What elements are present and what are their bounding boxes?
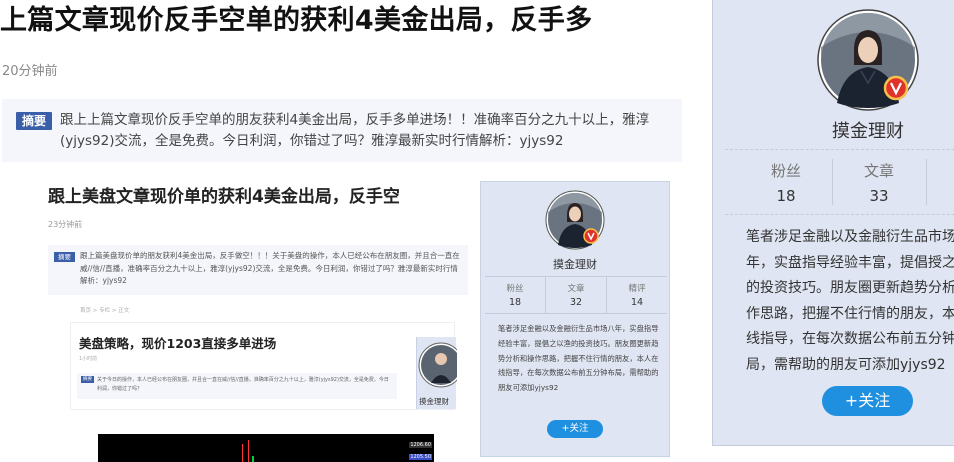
stat-label: 精评 — [628, 284, 646, 294]
chart-candle-green — [252, 456, 254, 462]
inner-summary-text: 关于今日的操作，本人已经公布在朋友圈，并且合一直在威//信//直播，准确率百分之… — [97, 377, 389, 392]
embedded-author-card: 摸金理财 粉丝 18 文章 32 精评 14 笔者涉足金融以及金融衍生品市场八年… — [480, 181, 670, 457]
author-card: 摸金理财 粉丝 18 文章 33 精 1 笔者涉足金融以及金融衍生品市场 年，实… — [712, 0, 954, 446]
stat-fans: 粉丝 18 — [739, 160, 833, 205]
stat-label: 粉丝 — [506, 284, 524, 294]
author-avatar[interactable] — [817, 9, 919, 111]
chart-price-label: 1205.50 — [409, 454, 432, 460]
embedded-title: 跟上美盘文章现价单的获利4美金出局，反手空 — [48, 187, 400, 207]
embedded-breadcrumb: 首页 > 专栏 > 正文 — [80, 308, 130, 314]
embedded-author-name: 摸金理财 — [553, 258, 597, 271]
bio-line: 作思路，把握不住行情的朋友，本 — [746, 305, 954, 322]
embedded-follow-button: +关注 — [547, 420, 603, 438]
author-bio: 笔者涉足金融以及金融衍生品市场 年，实盘指导经验丰富，提倡授之 的投资技巧。朋友… — [746, 225, 954, 378]
stat-label: 粉丝 — [770, 162, 801, 180]
stat-label: 文章 — [863, 162, 894, 180]
stat-value: 18 — [508, 297, 522, 308]
stat-value: 33 — [869, 187, 889, 205]
article-summary: 摘要 跟上上篇文章现价反手空单的朋友获利4美金出局，反手多单进场！！准确率百分之… — [2, 99, 682, 162]
embedded-stat-reviews: 精评 14 — [607, 277, 667, 313]
bio-line: 笔者涉足金融以及金融衍生品市场 — [746, 229, 954, 245]
summary-tag: 摘要 — [16, 112, 53, 130]
article-title[interactable]: 上篇文章现价反手空单的获利4美金出局，反手多 — [0, 0, 700, 37]
bio-line: 年，实盘指导经验丰富，提倡授之 — [746, 254, 954, 271]
embedded-summary-text: 跟上篇美盘现价单的朋友获利4美金出局，反手做空！！！关于美盘的操作，本人已经公布… — [80, 251, 460, 285]
inner-avatar-icon — [418, 342, 457, 388]
inner-summary: 摘要 关于今日的操作，本人已经公布在朋友圈，并且合一直在威//信//直播，准确率… — [77, 373, 397, 399]
inner-author-card: 摸金理财 — [416, 337, 457, 409]
article-screenshot-image: 跟上美盘文章现价单的获利4美金出局，反手空 23分钟前 摘要 跟上篇美盘现价单的… — [40, 168, 680, 462]
summary-text: 跟上上篇文章现价反手空单的朋友获利4美金出局，反手多单进场！！准确率百分之九十以… — [60, 112, 650, 149]
stat-value: 18 — [776, 187, 796, 205]
embedded-avatar-icon — [545, 190, 605, 250]
bio-line: 的投资技巧。朋友圈更新趋势分析 — [746, 280, 954, 296]
embedded-stat-articles: 文章 32 — [546, 277, 607, 313]
bio-line: 局，需帮助的朋友可添加yjys92 — [746, 356, 946, 373]
chart-candle-wick — [248, 440, 249, 462]
article-time: 20分钟前 — [2, 64, 58, 79]
bio-line: 线指导，在每次数据公布前五分钟 — [746, 331, 954, 347]
stat-value: 14 — [630, 297, 644, 308]
embedded-summary: 摘要 跟上篇美盘现价单的朋友获利4美金出局，反手做空！！！关于美盘的操作，本人已… — [48, 245, 468, 295]
stat-label: 文章 — [567, 284, 585, 294]
embedded-author-stats: 粉丝 18 文章 32 精评 14 — [485, 276, 667, 314]
stat-reviews: 精 1 — [925, 160, 954, 205]
stat-value: 32 — [569, 297, 583, 308]
author-stats: 粉丝 18 文章 33 精 1 — [725, 149, 954, 215]
inner-title: 美盘策略，现价1203直接多单进场 — [79, 336, 277, 351]
embedded-price-chart: 1206.60 1205.50 — [98, 434, 434, 462]
embedded-author-bio: 笔者涉足金融以及金融衍生品市场八年，实盘指导经验丰富，提倡之以渔的投资技巧。朋友… — [498, 324, 659, 393]
verified-badge-icon — [883, 75, 909, 101]
embedded-stat-fans: 粉丝 18 — [485, 277, 546, 313]
inner-author-name: 摸金理财 — [419, 397, 449, 406]
embedded-inner-article: 美盘策略，现价1203直接多单进场 1小时前 摘要 关于今日的操作，本人已经公布… — [70, 322, 457, 410]
follow-button[interactable]: +关注 — [822, 386, 913, 416]
inner-time: 1小时前 — [79, 356, 98, 362]
embedded-summary-tag: 摘要 — [54, 252, 75, 262]
inner-summary-tag: 摘要 — [81, 376, 94, 383]
chart-candle-wick — [242, 444, 243, 462]
embedded-time: 23分钟前 — [48, 220, 83, 229]
author-name[interactable]: 摸金理财 — [713, 117, 954, 143]
chart-price-label: 1206.60 — [409, 442, 432, 448]
stat-articles: 文章 33 — [832, 160, 926, 205]
